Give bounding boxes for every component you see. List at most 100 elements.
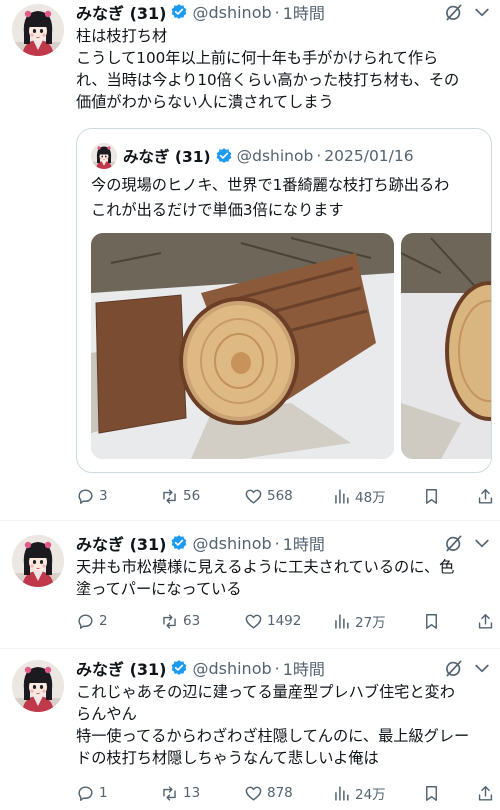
quote-text: 今の現場のヒノキ、世界で1番綺麗な枝打ち跡出るわ これが出るだけで単価3倍になり… (91, 173, 449, 223)
post-text-line: 価値がわからない人に潰されてしまう (76, 93, 334, 111)
views-button[interactable]: 27万 (332, 609, 386, 633)
reply-count: 3 (99, 488, 108, 504)
photo-log-cross-section[interactable] (91, 233, 394, 459)
reply-button[interactable]: 3 (76, 484, 108, 508)
post-text-line: これじゃあその辺に建ってる量産型プレハブ住宅と変わ (76, 683, 455, 701)
post-3[interactable]: みなぎ (31) @dshinob · 1時間 これじゃあその辺に建ってる量産型… (0, 656, 500, 810)
reply-icon (76, 784, 95, 803)
repost-icon (160, 612, 179, 631)
post-time[interactable]: 1時間 (283, 531, 325, 555)
post-text-line: 特一使ってるからわざわざ柱隠してんのに、最上級グレー (76, 727, 470, 745)
view-count: 24万 (355, 787, 386, 803)
verified-badge-icon (215, 147, 233, 165)
like-button[interactable]: 878 (244, 781, 293, 805)
quote-text-line: 今の現場のヒノキ、世界で1番綺麗な枝打ち跡出るわ (91, 176, 450, 194)
post-divider (0, 520, 500, 521)
author-name[interactable]: みなぎ (31) (76, 656, 166, 680)
repost-count: 63 (183, 613, 201, 629)
reply-count: 1 (99, 785, 108, 801)
share-button[interactable] (476, 609, 499, 633)
like-button[interactable]: 1492 (244, 609, 301, 633)
avatar[interactable] (12, 4, 64, 56)
post-header: みなぎ (31) @dshinob · 1時間 (76, 0, 325, 24)
post-text: 天井も市松模様に見えるように工夫されているのに、色 塗ってパーになっている (76, 556, 492, 600)
reply-button[interactable]: 2 (76, 609, 108, 633)
action-bar: 2 63 1492 27万 (76, 609, 496, 633)
verified-badge-icon (170, 3, 188, 21)
quote-date: 2025/01/16 (324, 147, 414, 165)
bookmark-icon (422, 487, 441, 506)
views-icon (332, 784, 351, 803)
share-icon (476, 487, 495, 506)
views-icon (332, 612, 351, 631)
post-text-line: れ、当時は今より10倍くらい高かった枝打ち材も、その (76, 71, 460, 89)
like-icon (244, 487, 263, 506)
action-bar: 3 56 568 48万 (76, 484, 496, 508)
like-count: 568 (267, 488, 293, 504)
quoted-post[interactable]: みなぎ (31) @dshinob · 2025/01/16 今の現場のヒノキ、… (76, 128, 492, 473)
share-button[interactable] (476, 781, 499, 805)
post-text: これじゃあその辺に建ってる量産型プレハブ住宅と変わ らんやん 特一使ってるからわ… (76, 681, 492, 769)
views-button[interactable]: 48万 (332, 484, 386, 508)
post-text-line: 柱は枝打ち材 (76, 27, 168, 45)
like-icon (244, 784, 263, 803)
post-1[interactable]: みなぎ (31) @dshinob · 1時間 柱は枝打ち材 こうして100年以… (0, 0, 500, 518)
grok-icon[interactable] (444, 658, 464, 678)
repost-count: 13 (183, 785, 201, 801)
post-text-line: らんやん (76, 705, 137, 723)
action-bar: 1 13 878 24万 (76, 781, 496, 805)
photo-log-second[interactable] (401, 233, 491, 459)
share-icon (476, 612, 495, 631)
like-icon (244, 612, 263, 631)
author-handle[interactable]: @dshinob (192, 3, 271, 22)
post-header: みなぎ (31) @dshinob · 1時間 (76, 531, 325, 555)
more-icon[interactable] (472, 658, 492, 678)
repost-button[interactable]: 63 (160, 609, 200, 633)
like-count: 1492 (267, 613, 302, 629)
avatar[interactable] (12, 660, 64, 712)
reply-button[interactable]: 1 (76, 781, 108, 805)
separator-dot: · (274, 533, 280, 553)
quote-text-line: これが出るだけで単価3倍になります (91, 201, 344, 219)
repost-icon (160, 784, 179, 803)
author-name[interactable]: みなぎ (31) (76, 0, 166, 24)
separator-dot: · (274, 658, 280, 678)
author-name[interactable]: みなぎ (31) (76, 531, 166, 555)
bookmark-button[interactable] (422, 781, 445, 805)
post-2[interactable]: みなぎ (31) @dshinob · 1時間 天井も市松模様に見えるように工夫… (0, 531, 500, 649)
grok-icon[interactable] (444, 533, 464, 553)
repost-button[interactable]: 56 (160, 484, 200, 508)
like-button[interactable]: 568 (244, 484, 293, 508)
separator-dot: · (316, 147, 322, 165)
more-icon[interactable] (472, 2, 492, 22)
post-header: みなぎ (31) @dshinob · 1時間 (76, 656, 325, 680)
bookmark-icon (422, 612, 441, 631)
share-button[interactable] (476, 484, 499, 508)
reply-icon (76, 612, 95, 631)
author-handle[interactable]: @dshinob (192, 659, 271, 678)
quote-header: みなぎ (31) @dshinob · 2025/01/16 (91, 143, 414, 169)
repost-count: 56 (183, 488, 201, 504)
repost-icon (160, 487, 179, 506)
post-divider (0, 648, 500, 649)
share-icon (476, 784, 495, 803)
verified-badge-icon (170, 659, 188, 677)
author-handle[interactable]: @dshinob (192, 534, 271, 553)
post-time[interactable]: 1時間 (283, 656, 325, 680)
avatar[interactable] (12, 535, 64, 587)
bookmark-button[interactable] (422, 484, 445, 508)
post-text-line: ドの枝打ち材隠しちゃうなんて悲しいよ俺は (76, 749, 379, 767)
quote-author-name: みなぎ (31) (123, 148, 211, 166)
views-button[interactable]: 24万 (332, 781, 386, 805)
separator-dot: · (274, 2, 280, 22)
quote-author-handle: @dshinob (236, 147, 314, 165)
bookmark-icon (422, 784, 441, 803)
post-time[interactable]: 1時間 (283, 0, 325, 24)
reply-icon (76, 487, 95, 506)
view-count: 27万 (355, 615, 386, 631)
bookmark-button[interactable] (422, 609, 445, 633)
grok-icon[interactable] (444, 2, 464, 22)
repost-button[interactable]: 13 (160, 781, 200, 805)
more-icon[interactable] (472, 533, 492, 553)
quote-avatar (91, 143, 117, 169)
